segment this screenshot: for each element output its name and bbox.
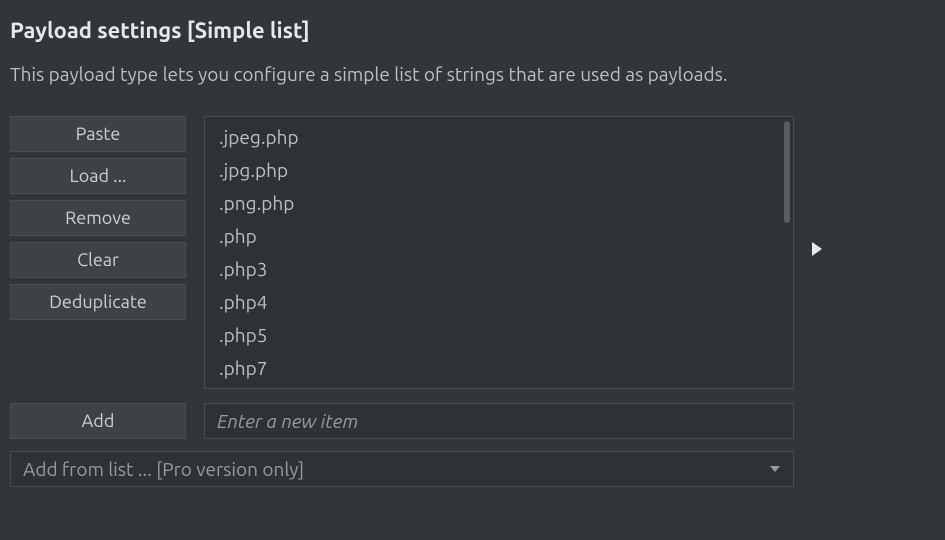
list-item[interactable]: .php5 — [219, 319, 793, 352]
action-button-column: Paste Load ... Remove Clear Deduplicate — [10, 116, 186, 320]
add-from-list-dropdown[interactable]: Add from list ... [Pro version only] — [10, 451, 794, 487]
paste-button[interactable]: Paste — [10, 116, 186, 152]
clear-button[interactable]: Clear — [10, 242, 186, 278]
list-item[interactable]: .jpeg.php — [219, 121, 793, 154]
payload-list-wrap: .jpeg.php .jpg.php .png.php .php .php3 .… — [204, 116, 794, 389]
load-button[interactable]: Load ... — [10, 158, 186, 194]
scrollbar[interactable] — [784, 121, 790, 223]
deduplicate-button[interactable]: Deduplicate — [10, 284, 186, 320]
new-item-input[interactable] — [204, 403, 794, 439]
list-item[interactable]: .jpg.php — [219, 154, 793, 187]
list-item[interactable]: .php7 — [219, 352, 793, 385]
panel-description: This payload type lets you configure a s… — [10, 61, 935, 88]
panel-title: Payload settings [Simple list] — [10, 18, 935, 43]
payload-main-row: Paste Load ... Remove Clear Deduplicate … — [10, 116, 935, 389]
list-item[interactable]: .php3 — [219, 253, 793, 286]
expand-right-icon[interactable] — [812, 242, 822, 256]
chevron-down-icon — [769, 465, 781, 473]
payload-list-inner: .jpeg.php .jpg.php .png.php .php .php3 .… — [205, 117, 793, 389]
list-item[interactable]: .php — [219, 220, 793, 253]
add-button[interactable]: Add — [10, 403, 186, 439]
list-item[interactable]: .php4 — [219, 286, 793, 319]
dropdown-label: Add from list ... [Pro version only] — [23, 458, 304, 480]
remove-button[interactable]: Remove — [10, 200, 186, 236]
list-item[interactable]: .png.php — [219, 187, 793, 220]
add-row: Add — [10, 403, 935, 439]
payload-list-box[interactable]: .jpeg.php .jpg.php .png.php .php .php3 .… — [204, 116, 794, 389]
